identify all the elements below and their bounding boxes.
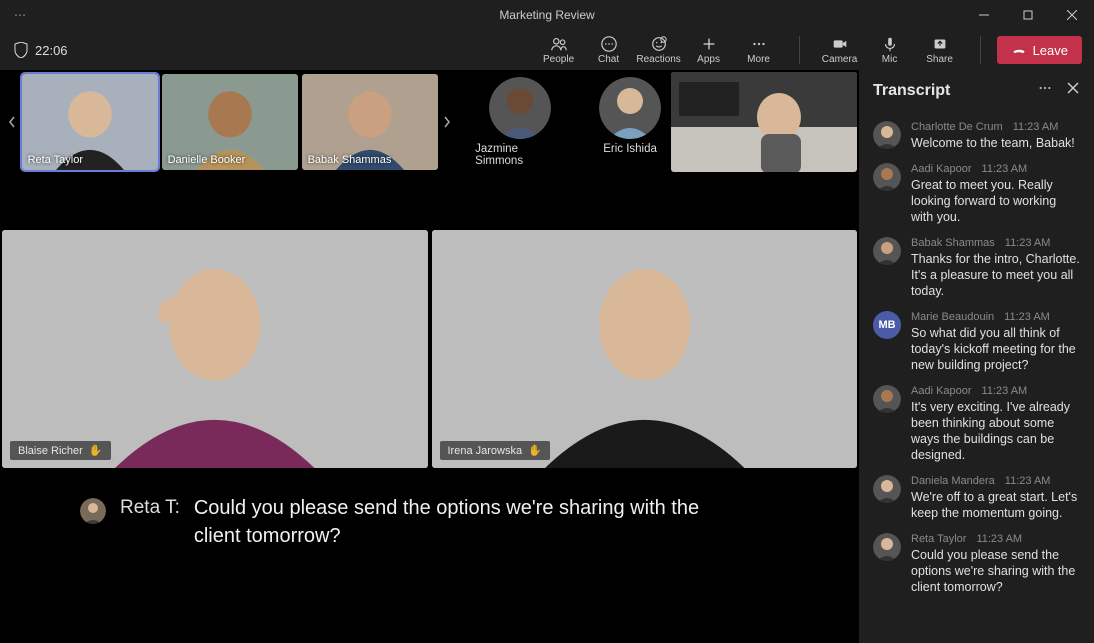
roster-tile[interactable]: Reta Taylor — [22, 74, 158, 170]
avatar — [873, 163, 901, 191]
roster-prev-button[interactable] — [2, 116, 22, 128]
transcript-time: 11:23 AM — [1013, 121, 1059, 133]
meeting-timer: 22:06 — [8, 42, 68, 58]
shield-icon — [14, 42, 28, 58]
close-icon — [1066, 81, 1080, 95]
video-tile-name: Blaise Richer ✋ — [10, 441, 111, 460]
transcript-entry: Aadi Kapoor 11:23 AM Great to meet you. Re… — [869, 157, 1084, 231]
transcript-close-button[interactable] — [1066, 81, 1080, 100]
transcript-speaker: Daniela Mandera — [911, 475, 995, 487]
roster-avatar-name: Jazmine Simmons — [475, 143, 565, 167]
caption-speaker-avatar — [80, 498, 106, 524]
minimize-button[interactable] — [962, 0, 1006, 30]
transcript-speaker: Reta Taylor — [911, 533, 966, 545]
room-video-tile[interactable] — [671, 72, 857, 172]
more-button[interactable]: More — [735, 30, 783, 70]
transcript-text: Thanks for the intro, Charlotte. It's a … — [911, 251, 1080, 299]
video-tile[interactable]: Blaise Richer ✋ — [2, 230, 428, 468]
transcript-entry: Daniela Mandera 11:23 AM We're off to a gr… — [869, 469, 1084, 527]
video-tile-name: Irena Jarowska ✋ — [440, 441, 550, 460]
maximize-button[interactable] — [1006, 0, 1050, 30]
window-title: Marketing Review — [499, 8, 594, 22]
apps-button[interactable]: Apps — [685, 30, 733, 70]
transcript-text: We're off to a great start. Let's keep t… — [911, 489, 1080, 521]
close-window-button[interactable] — [1050, 0, 1094, 30]
roster-tile-name: Danielle Booker — [168, 154, 246, 166]
avatar — [489, 77, 551, 139]
more-dots-icon[interactable]: ⋯ — [0, 8, 26, 22]
transcript-time: 11:23 AM — [976, 533, 1022, 545]
roster-tile[interactable]: Babak Shammas — [302, 74, 438, 170]
chat-button[interactable]: Chat — [585, 30, 633, 70]
hangup-icon — [1011, 42, 1027, 58]
ellipsis-icon — [1038, 81, 1052, 95]
transcript-text: It's very exciting. I've already been th… — [911, 399, 1080, 463]
transcript-time: 11:23 AM — [982, 163, 1028, 175]
transcript-speaker: Babak Shammas — [911, 237, 995, 249]
participant-roster: Reta TaylorDanielle BookerBabak Shammas … — [0, 70, 859, 170]
transcript-time: 11:23 AM — [982, 385, 1028, 397]
roster-tile[interactable]: Danielle Booker — [162, 74, 298, 170]
transcript-speaker: Aadi Kapoor — [911, 385, 972, 397]
mic-icon — [881, 35, 899, 53]
avatar — [599, 77, 661, 139]
plus-icon — [700, 35, 718, 53]
transcript-text: Welcome to the team, Babak! — [911, 135, 1080, 151]
mic-button[interactable]: Mic — [866, 30, 914, 70]
camera-icon — [831, 35, 849, 53]
caption-speaker-name: Reta T: — [120, 497, 180, 550]
transcript-entry: MB Marie Beaudouin 11:23 AM So what did you… — [869, 305, 1084, 379]
raised-hand-icon: ✋ — [89, 444, 103, 457]
caption-text: Could you please send the options we're … — [194, 494, 744, 550]
chevron-right-icon — [443, 116, 451, 128]
avatar — [873, 385, 901, 413]
titlebar: ⋯ Marketing Review — [0, 0, 1094, 30]
roster-next-button[interactable] — [438, 116, 458, 128]
video-stage: Reta TaylorDanielle BookerBabak Shammas … — [0, 70, 859, 643]
raised-hand-icon: ✋ — [528, 444, 542, 457]
avatar — [873, 237, 901, 265]
roster-tile-name: Reta Taylor — [28, 154, 83, 166]
share-button[interactable]: Share — [916, 30, 964, 70]
avatar — [873, 475, 901, 503]
roster-tile-name: Babak Shammas — [308, 154, 392, 166]
transcript-speaker: Marie Beaudouin — [911, 311, 994, 323]
transcript-time: 11:23 AM — [1004, 311, 1050, 323]
transcript-time: 11:23 AM — [1005, 475, 1051, 487]
transcript-time: 11:23 AM — [1005, 237, 1051, 249]
share-icon — [931, 35, 949, 53]
transcript-text: So what did you all think of today's kic… — [911, 325, 1080, 373]
camera-button[interactable]: Camera — [816, 30, 864, 70]
roster-avatar-name: Eric Ishida — [603, 143, 657, 155]
avatar-initials: MB — [873, 311, 901, 339]
chevron-left-icon — [8, 116, 16, 128]
roster-avatar[interactable]: Jazmine Simmons — [475, 77, 565, 167]
roster-avatar[interactable]: Eric Ishida — [599, 77, 661, 167]
meeting-toolbar: 22:06 People Chat Reactions Apps More Ca… — [0, 30, 1094, 70]
transcript-entry: Aadi Kapoor 11:23 AM It's very exciting. I… — [869, 379, 1084, 469]
reactions-button[interactable]: Reactions — [635, 30, 683, 70]
avatar — [873, 533, 901, 561]
transcript-speaker: Charlotte De Crum — [911, 121, 1003, 133]
live-caption: Reta T: Could you please send the option… — [0, 468, 859, 550]
chat-icon — [600, 35, 618, 53]
people-button[interactable]: People — [535, 30, 583, 70]
leave-button[interactable]: Leave — [997, 36, 1082, 64]
reactions-icon — [650, 35, 668, 53]
transcript-entry: Charlotte De Crum 11:23 AM Welcome to the … — [869, 115, 1084, 157]
transcript-speaker: Aadi Kapoor — [911, 163, 972, 175]
transcript-entry: Babak Shammas 11:23 AM Thanks for the intr… — [869, 231, 1084, 305]
avatar — [873, 121, 901, 149]
transcript-entry: Reta Taylor 11:23 AM Could you please send… — [869, 527, 1084, 601]
transcript-panel: Transcript Charlotte De Crum 11:23 AM Welc… — [859, 70, 1094, 643]
transcript-text: Great to meet you. Really looking forwar… — [911, 177, 1080, 225]
timer-value: 22:06 — [35, 43, 68, 58]
people-icon — [550, 35, 568, 53]
ellipsis-icon — [750, 35, 768, 53]
video-tile[interactable]: Irena Jarowska ✋ — [432, 230, 858, 468]
transcript-title: Transcript — [873, 82, 950, 100]
transcript-text: Could you please send the options we're … — [911, 547, 1080, 595]
transcript-more-button[interactable] — [1038, 81, 1052, 100]
